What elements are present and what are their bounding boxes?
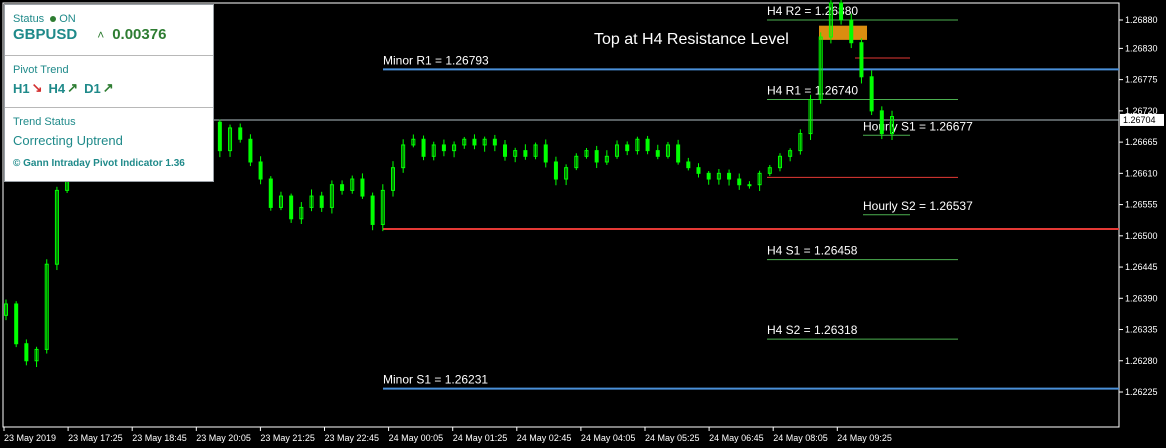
- candle-body: [747, 184, 752, 187]
- x-tick-label: 24 May 08:05: [773, 433, 828, 443]
- candle-body: [696, 167, 701, 174]
- trend-timeframe: H4: [48, 80, 66, 96]
- candle-body: [289, 195, 294, 220]
- up-arrow-icon: ˄: [97, 27, 105, 42]
- candle-body: [849, 19, 854, 44]
- x-tick-label: 24 May 01:25: [453, 433, 508, 443]
- symbol-name: GBPUSD: [13, 26, 78, 43]
- candle-body: [553, 161, 558, 180]
- candle-body: [879, 110, 884, 135]
- candle-body: [686, 161, 691, 169]
- candle-body: [727, 172, 732, 180]
- level-label: Minor R1 = 1.26793: [383, 53, 489, 67]
- level-label: Minor S1 = 1.26231: [383, 373, 488, 387]
- trend-status-section: Trend Status Correcting Uptrend © Gann I…: [5, 107, 213, 181]
- level-label: H4 S2 = 1.26318: [767, 323, 858, 337]
- level-label: Hourly S1 = 1.26677: [863, 119, 973, 133]
- candle-body: [543, 144, 548, 163]
- y-tick-label: 1.26500: [1125, 231, 1158, 241]
- candle-body: [248, 138, 253, 163]
- level-label: Hourly S2 = 1.26537: [863, 199, 973, 213]
- pivot-trend-label: Pivot Trend: [13, 64, 69, 76]
- y-tick-label: 1.26665: [1125, 137, 1158, 147]
- current-price-label: 1.26704: [1123, 115, 1156, 125]
- candle-body: [676, 144, 681, 163]
- candle-body: [319, 195, 324, 208]
- status-label: Status: [13, 13, 45, 25]
- candle-body: [625, 144, 630, 152]
- status-value: ON: [59, 13, 76, 25]
- candle-body: [737, 178, 742, 186]
- candle-body: [360, 178, 365, 197]
- trend-down-arrow-icon: ↘: [31, 80, 43, 95]
- level-label: H4 S1 = 1.26458: [767, 244, 858, 258]
- x-tick-label: 24 May 00:05: [389, 433, 444, 443]
- pivot-trend-items: H1 ↘ H4 ↗ D1 ↗: [13, 80, 213, 96]
- candle-body: [706, 172, 711, 180]
- x-tick-label: 23 May 18:45: [132, 433, 187, 443]
- annotation-text: Top at H4 Resistance Level: [594, 31, 789, 48]
- trend-timeframe: D1: [84, 80, 101, 96]
- x-tick-label: 24 May 09:25: [837, 433, 892, 443]
- trend-up-arrow-icon: ↗: [102, 80, 114, 95]
- resistance-zone: [819, 25, 867, 40]
- candle-body: [594, 150, 599, 163]
- y-tick-label: 1.26610: [1125, 168, 1158, 178]
- x-tick-label: 24 May 02:45: [517, 433, 572, 443]
- change-value: 0.00376: [112, 26, 167, 43]
- candle-body: [503, 144, 508, 157]
- resistance-box-rect: [819, 25, 867, 40]
- indicator-panel: Status ON GBPUSD ˄ 0.00376 Pivot Trend H…: [4, 4, 214, 182]
- y-tick-label: 1.26445: [1125, 262, 1158, 272]
- annotation-layer: Top at H4 Resistance Level: [594, 31, 789, 48]
- candle-body: [238, 127, 243, 140]
- candle-body: [869, 76, 874, 112]
- candle-body: [421, 138, 426, 157]
- y-tick-label: 1.26830: [1125, 43, 1158, 53]
- candle-body: [655, 150, 660, 157]
- x-tick-label: 24 May 04:05: [581, 433, 636, 443]
- candle-body: [217, 121, 222, 152]
- x-tick-label: 24 May 06:45: [709, 433, 764, 443]
- candle-body: [340, 184, 345, 191]
- y-tick-label: 1.26280: [1125, 356, 1158, 366]
- x-tick-label: 23 May 21:25: [260, 433, 315, 443]
- x-tick-label: 23 May 20:05: [196, 433, 251, 443]
- pivot-trend-section: Pivot Trend H1 ↘ H4 ↗ D1 ↗: [5, 55, 213, 105]
- trend-status-value: Correcting Uptrend: [13, 133, 123, 148]
- chart-root: 1.26880 1.26830 1.26775 1.26720 1.26665 1.266…: [0, 0, 1166, 448]
- level-label: H4 R2 = 1.26880: [767, 4, 858, 18]
- copyright-text: © Gann Intraday Pivot Indicator 1.36: [13, 158, 185, 169]
- candle-body: [472, 138, 477, 146]
- y-tick-label: 1.26555: [1125, 200, 1158, 210]
- x-tick-label: 23 May 17:25: [68, 433, 123, 443]
- x-tick-label: 23 May 22:45: [325, 433, 380, 443]
- trend-timeframe: H1: [13, 80, 30, 96]
- candle-body: [859, 42, 864, 78]
- candle-body: [370, 195, 375, 225]
- y-tick-label: 1.26335: [1125, 325, 1158, 335]
- trend-status-label: Trend Status: [13, 116, 76, 128]
- candle-body: [523, 150, 528, 157]
- candle-body: [839, 2, 844, 21]
- x-tick-label: 24 May 05:25: [645, 433, 700, 443]
- status-dot-icon: [50, 16, 57, 22]
- candle-body: [645, 138, 650, 152]
- candle-body: [24, 343, 29, 362]
- candle-body: [441, 144, 446, 152]
- y-tick-label: 1.26775: [1125, 75, 1158, 85]
- candle-body: [258, 161, 263, 180]
- status-section: Status ON GBPUSD ˄ 0.00376: [5, 5, 213, 53]
- y-tick-label: 1.26390: [1125, 293, 1158, 303]
- level-label: H4 R1 = 1.26740: [767, 84, 858, 98]
- candle-body: [14, 303, 19, 345]
- candle-body: [492, 138, 497, 146]
- pivot-levels: H4 R2 = 1.26880 Minor R1 = 1.26793 H4 R1 =…: [383, 4, 1119, 390]
- trend-up-arrow-icon: ↗: [67, 80, 79, 95]
- candle-body: [268, 178, 273, 208]
- y-tick-label: 1.26225: [1125, 387, 1158, 397]
- y-tick-label: 1.26880: [1125, 15, 1158, 25]
- x-tick-label: 23 May 2019: [4, 433, 56, 443]
